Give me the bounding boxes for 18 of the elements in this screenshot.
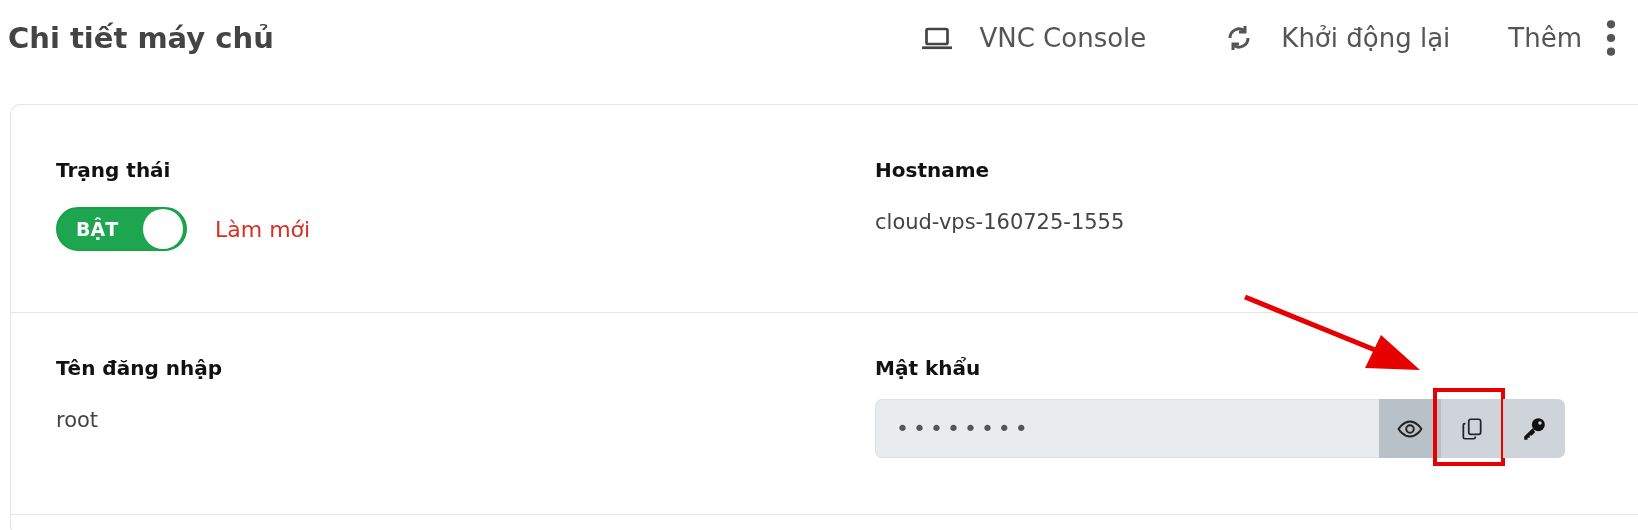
copy-button[interactable]: [1441, 399, 1503, 458]
key-icon: [1521, 415, 1547, 442]
password-field[interactable]: ••••••••: [875, 399, 1379, 458]
more-button[interactable]: Thêm: [1508, 18, 1616, 58]
kebab-menu-icon: [1606, 20, 1616, 56]
password-label: Mật khẩu: [875, 355, 982, 382]
refresh-link[interactable]: Làm mới: [215, 212, 311, 246]
show-password-button[interactable]: [1379, 399, 1441, 458]
reset-password-button[interactable]: [1503, 399, 1565, 458]
page-title: Chi tiết máy chủ: [8, 20, 274, 56]
vnc-console-button[interactable]: VNC Console: [919, 18, 1147, 58]
hostname-label: Hostname: [875, 157, 991, 184]
status-label: Trạng thái: [56, 157, 172, 184]
username-label: Tên đăng nhập: [56, 355, 223, 382]
restart-button[interactable]: Khởi động lại: [1221, 18, 1451, 58]
copy-icon: [1459, 415, 1485, 442]
hostname-value: cloud-vps-160725-1555: [875, 209, 1126, 236]
username-value: root: [56, 407, 100, 434]
